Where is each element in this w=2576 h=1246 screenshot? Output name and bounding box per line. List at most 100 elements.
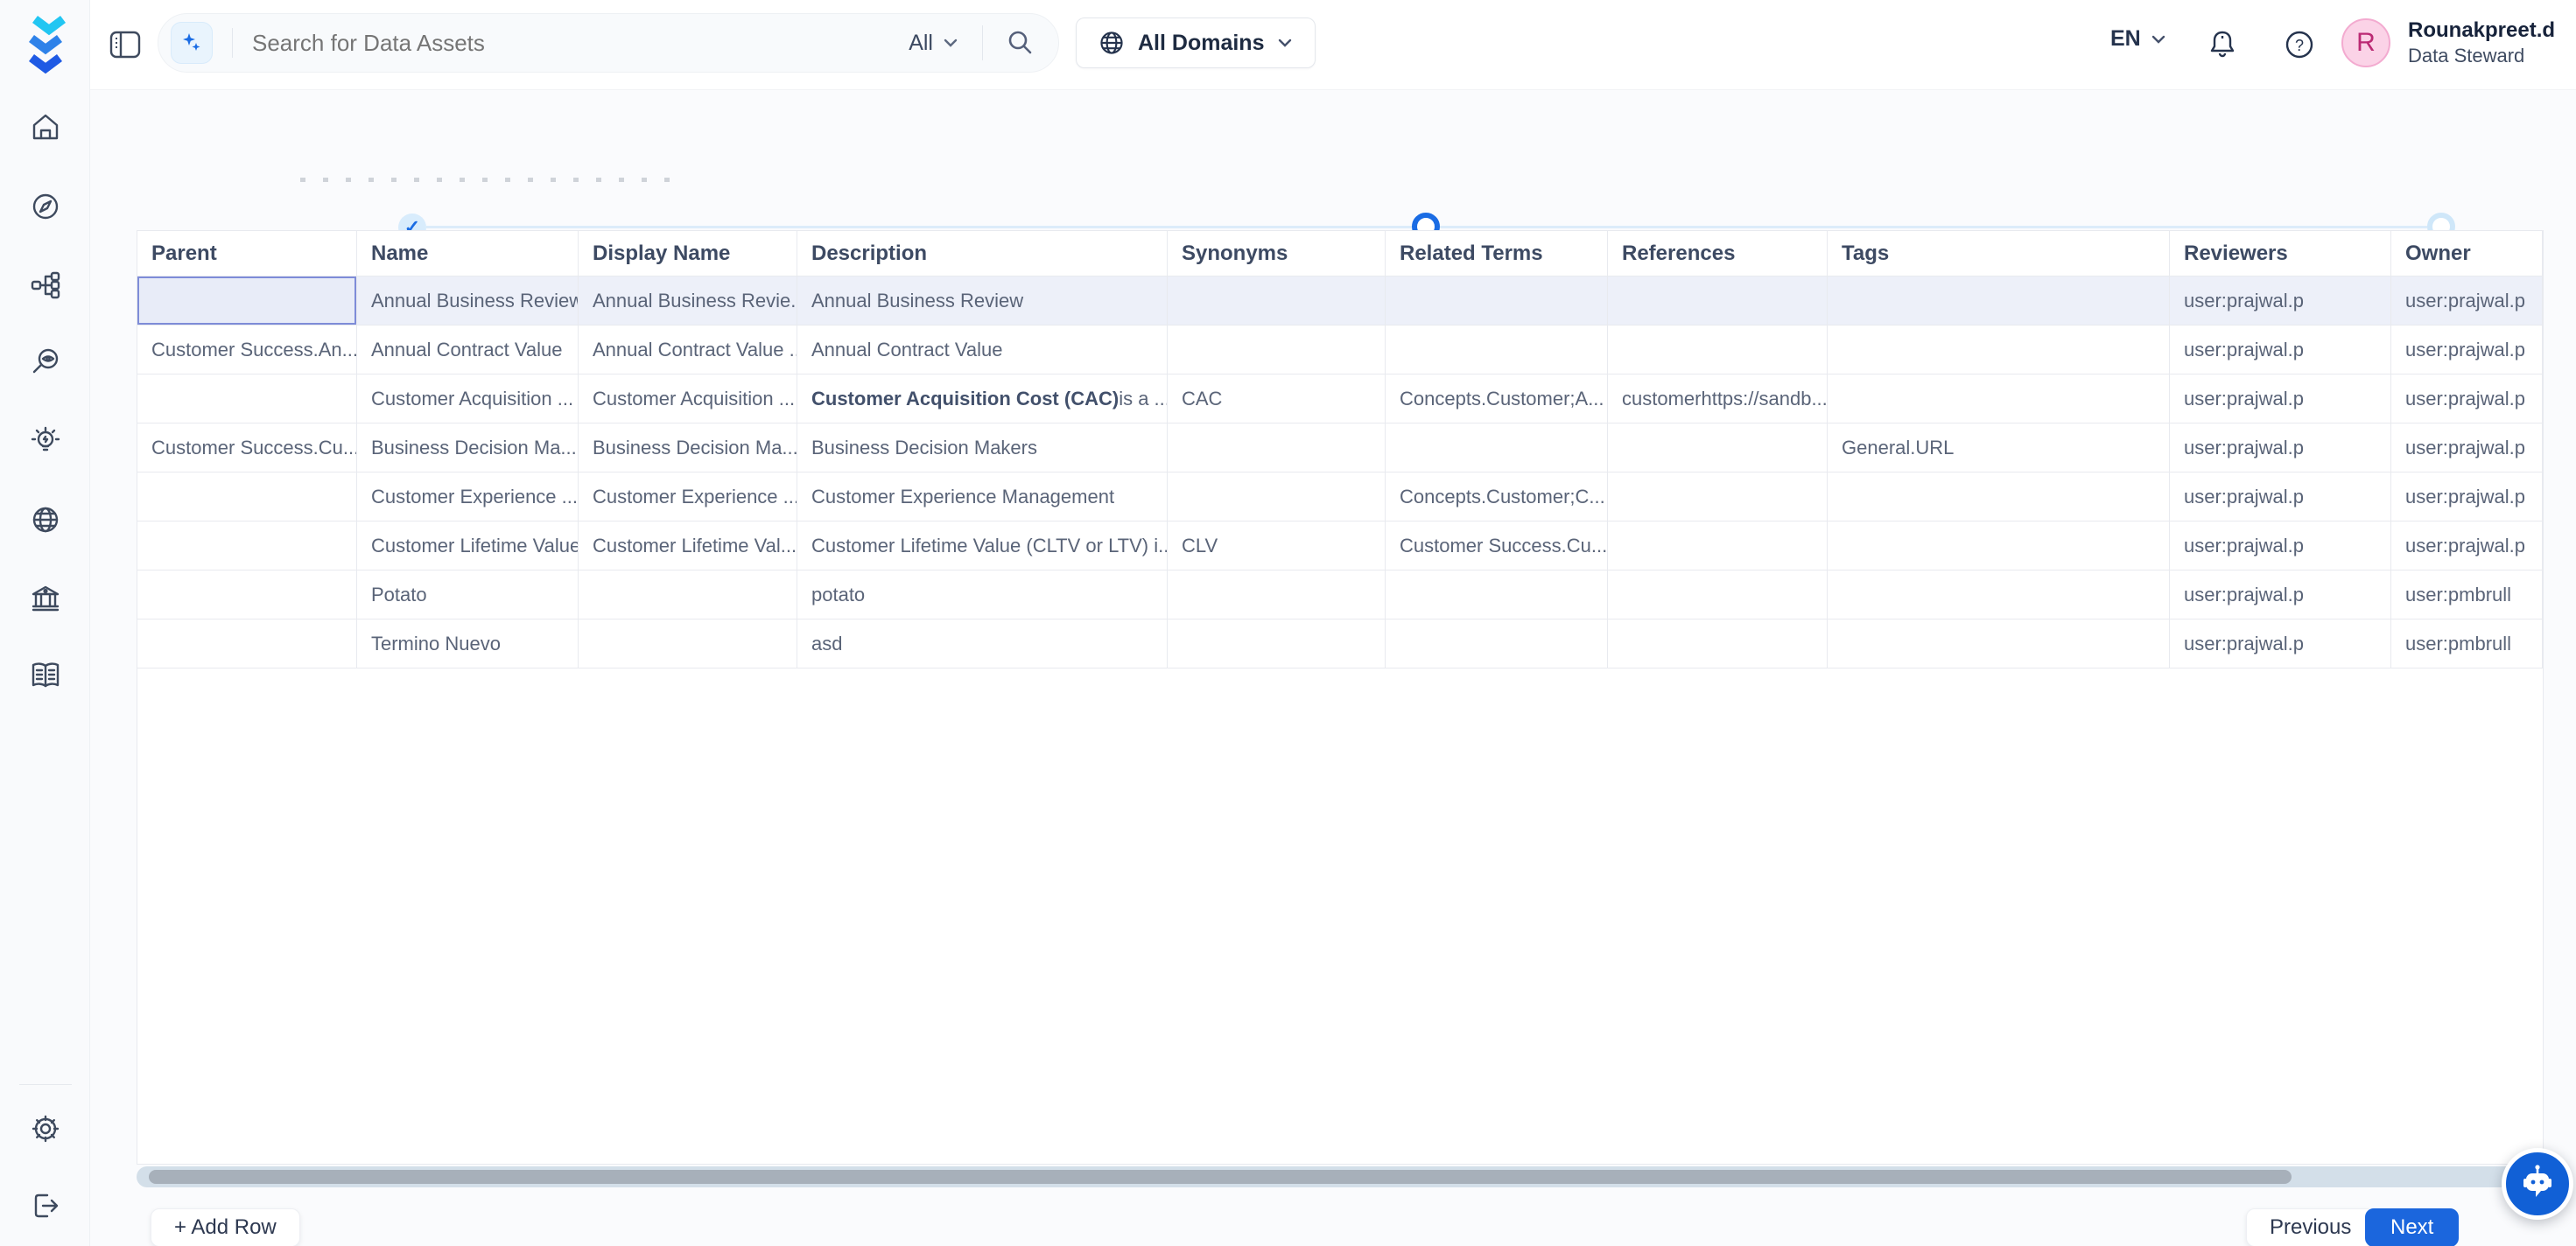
notifications-button[interactable] xyxy=(2201,24,2243,66)
cell-description[interactable]: asd xyxy=(797,620,1168,668)
cell-reviewers[interactable]: user:prajwal.p xyxy=(2170,374,2391,424)
sidebar-toggle-button[interactable] xyxy=(106,28,144,63)
cell-synonyms[interactable]: CAC xyxy=(1168,374,1386,424)
search-scope-dropdown[interactable]: All xyxy=(909,31,959,56)
cell-related-terms[interactable] xyxy=(1386,570,1608,620)
cell-synonyms[interactable]: CLV xyxy=(1168,522,1386,570)
cell-related-terms[interactable] xyxy=(1386,620,1608,668)
column-header-description[interactable]: Description xyxy=(797,231,1168,276)
cell-references[interactable] xyxy=(1608,620,1828,668)
cell-name[interactable]: Annual Business Review xyxy=(357,276,579,326)
cell-description[interactable]: Customer Experience Management xyxy=(797,472,1168,522)
cell-name[interactable]: Customer Lifetime Value xyxy=(357,522,579,570)
sidebar-item-settings[interactable] xyxy=(0,1101,90,1157)
cell-description[interactable]: Annual Contract Value xyxy=(797,326,1168,374)
cell-parent[interactable]: Customer Success.Cu... xyxy=(137,424,357,472)
cell-references[interactable]: customerhttps://sandb... xyxy=(1608,374,1828,424)
column-header-related-terms[interactable]: Related Terms xyxy=(1386,231,1608,276)
sidebar-item-lineage[interactable] xyxy=(0,257,90,313)
cell-owner[interactable]: user:prajwal.p xyxy=(2391,374,2543,424)
cell-description[interactable]: Customer Acquisition Cost (CAC) is a ... xyxy=(797,374,1168,424)
cell-name[interactable]: Customer Experience ... xyxy=(357,472,579,522)
domains-filter-button[interactable]: All Domains xyxy=(1076,18,1316,68)
cell-description[interactable]: Annual Business Review xyxy=(797,276,1168,326)
cell-description[interactable]: potato xyxy=(797,570,1168,620)
user-menu[interactable]: R Rounakpreet.d Data Steward xyxy=(2341,18,2576,68)
chatbot-button[interactable] xyxy=(2502,1148,2573,1220)
cell-reviewers[interactable]: user:prajwal.p xyxy=(2170,522,2391,570)
cell-owner[interactable]: user:prajwal.p xyxy=(2391,326,2543,374)
cell-related-terms[interactable] xyxy=(1386,326,1608,374)
cell-references[interactable] xyxy=(1608,276,1828,326)
cell-display-name[interactable]: Annual Contract Value ... xyxy=(579,326,797,374)
column-header-tags[interactable]: Tags xyxy=(1828,231,2170,276)
cell-parent[interactable] xyxy=(137,276,357,326)
sidebar-item-home[interactable] xyxy=(0,100,90,156)
cell-display-name[interactable]: Customer Acquisition ... xyxy=(579,374,797,424)
cell-synonyms[interactable] xyxy=(1168,424,1386,472)
app-logo[interactable] xyxy=(23,10,72,77)
cell-display-name[interactable] xyxy=(579,570,797,620)
cell-references[interactable] xyxy=(1608,424,1828,472)
cell-parent[interactable]: Customer Success.An... xyxy=(137,326,357,374)
add-row-button[interactable]: + Add Row xyxy=(151,1208,300,1246)
cell-description[interactable]: Customer Lifetime Value (CLTV or LTV) i.… xyxy=(797,522,1168,570)
cell-name[interactable]: Customer Acquisition ... xyxy=(357,374,579,424)
ai-search-button[interactable] xyxy=(171,22,213,64)
sidebar-item-glossary[interactable] xyxy=(0,648,90,704)
cell-display-name[interactable]: Customer Experience ... xyxy=(579,472,797,522)
cell-tags[interactable] xyxy=(1828,472,2170,522)
cell-name[interactable]: Annual Contract Value xyxy=(357,326,579,374)
cell-synonyms[interactable] xyxy=(1168,570,1386,620)
cell-reviewers[interactable]: user:prajwal.p xyxy=(2170,472,2391,522)
column-header-name[interactable]: Name xyxy=(357,231,579,276)
sidebar-item-observability[interactable] xyxy=(0,334,90,390)
cell-reviewers[interactable]: user:prajwal.p xyxy=(2170,570,2391,620)
cell-reviewers[interactable]: user:prajwal.p xyxy=(2170,424,2391,472)
cell-parent[interactable] xyxy=(137,374,357,424)
cell-synonyms[interactable] xyxy=(1168,326,1386,374)
cell-related-terms[interactable]: Customer Success.Cu... xyxy=(1386,522,1608,570)
cell-related-terms[interactable]: Concepts.Customer;C... xyxy=(1386,472,1608,522)
cell-parent[interactable] xyxy=(137,472,357,522)
cell-references[interactable] xyxy=(1608,570,1828,620)
cell-name[interactable]: Potato xyxy=(357,570,579,620)
cell-synonyms[interactable] xyxy=(1168,620,1386,668)
sidebar-item-domains[interactable] xyxy=(0,492,90,548)
column-header-display-name[interactable]: Display Name xyxy=(579,231,797,276)
cell-related-terms[interactable]: Concepts.Customer;A... xyxy=(1386,374,1608,424)
cell-references[interactable] xyxy=(1608,472,1828,522)
sidebar-item-logout[interactable] xyxy=(0,1178,90,1234)
language-selector[interactable]: EN xyxy=(2110,26,2167,52)
search-input[interactable] xyxy=(252,30,909,57)
cell-tags[interactable] xyxy=(1828,374,2170,424)
cell-synonyms[interactable] xyxy=(1168,472,1386,522)
column-header-synonyms[interactable]: Synonyms xyxy=(1168,231,1386,276)
cell-owner[interactable]: user:pmbrull xyxy=(2391,570,2543,620)
horizontal-scrollbar[interactable] xyxy=(137,1166,2544,1187)
next-button[interactable]: Next xyxy=(2365,1208,2459,1246)
cell-parent[interactable] xyxy=(137,522,357,570)
cell-references[interactable] xyxy=(1608,326,1828,374)
cell-reviewers[interactable]: user:prajwal.p xyxy=(2170,620,2391,668)
cell-name[interactable]: Termino Nuevo xyxy=(357,620,579,668)
cell-description[interactable]: Business Decision Makers xyxy=(797,424,1168,472)
sidebar-item-govern[interactable] xyxy=(0,570,90,626)
cell-related-terms[interactable] xyxy=(1386,276,1608,326)
cell-reviewers[interactable]: user:prajwal.p xyxy=(2170,276,2391,326)
cell-name[interactable]: Business Decision Ma... xyxy=(357,424,579,472)
cell-tags[interactable] xyxy=(1828,570,2170,620)
cell-owner[interactable]: user:prajwal.p xyxy=(2391,522,2543,570)
cell-tags[interactable] xyxy=(1828,276,2170,326)
sidebar-item-explore[interactable] xyxy=(0,178,90,234)
cell-tags[interactable] xyxy=(1828,326,2170,374)
cell-display-name[interactable]: Business Decision Ma... xyxy=(579,424,797,472)
cell-owner[interactable]: user:prajwal.p xyxy=(2391,276,2543,326)
help-button[interactable]: ? xyxy=(2278,24,2320,66)
cell-tags[interactable] xyxy=(1828,620,2170,668)
search-submit-button[interactable] xyxy=(1006,28,1034,59)
cell-parent[interactable] xyxy=(137,570,357,620)
cell-reviewers[interactable]: user:prajwal.p xyxy=(2170,326,2391,374)
cell-parent[interactable] xyxy=(137,620,357,668)
cell-related-terms[interactable] xyxy=(1386,424,1608,472)
